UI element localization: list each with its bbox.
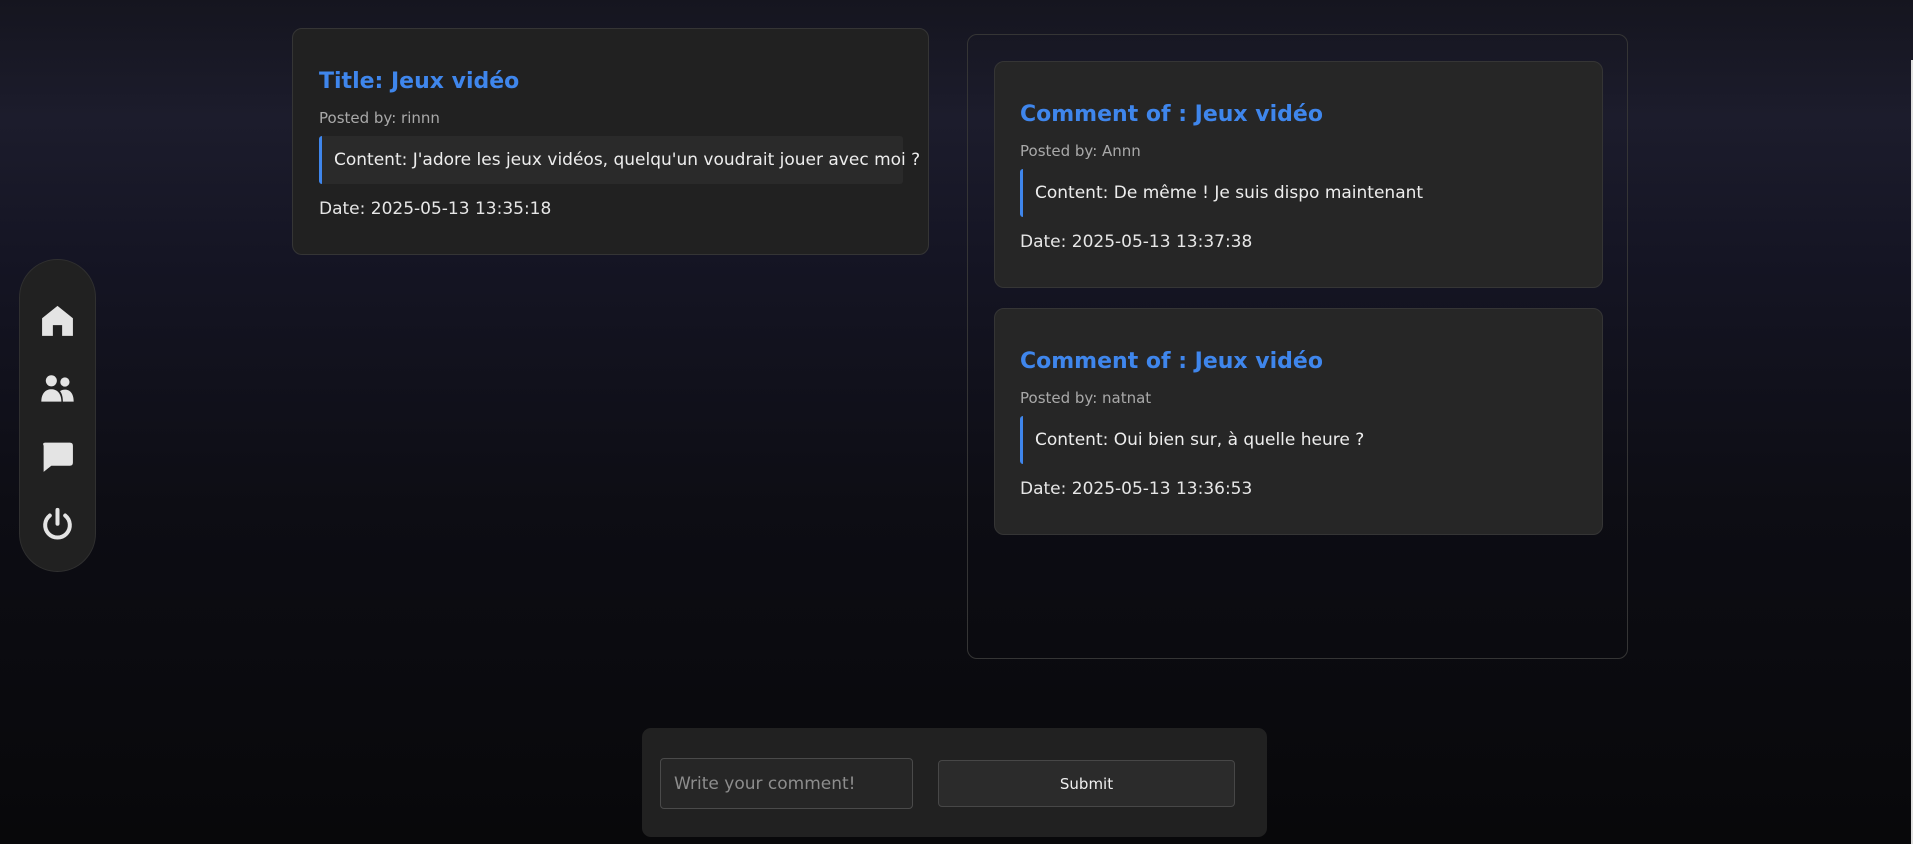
comment-date: Date: 2025-05-13 13:36:53: [1020, 479, 1253, 500]
comments-panel[interactable]: Comment of : Jeux vidéo Posted by: Annn …: [967, 34, 1628, 659]
power-icon: [43, 507, 72, 539]
comment-content: Content: Oui bien sur, à quelle heure ?: [1020, 416, 1577, 465]
sidebar-nav: [19, 259, 96, 572]
post-author: Posted by: rinnn: [319, 109, 440, 128]
post-title: Title: Jeux vidéo: [319, 69, 520, 94]
post-card: Title: Jeux vidéo Posted by: rinnn Conte…: [292, 28, 929, 255]
comment-date: Date: 2025-05-13 13:37:38: [1020, 232, 1253, 253]
comment-author: Posted by: natnat: [1020, 389, 1152, 408]
chat-button[interactable]: [36, 434, 80, 478]
users-button[interactable]: [36, 366, 80, 410]
users-icon: [41, 374, 74, 402]
comment-title: Comment of : Jeux vidéo: [1020, 349, 1323, 374]
comment-author: Posted by: Annn: [1020, 142, 1141, 161]
comment-card: Comment of : Jeux vidéo Posted by: Annn …: [994, 61, 1603, 288]
comment-form: Submit: [642, 728, 1267, 837]
comment-title: Comment of : Jeux vidéo: [1020, 102, 1323, 127]
post-content: Content: J'adore les jeux vidéos, quelqu…: [319, 136, 920, 185]
post-date: Date: 2025-05-13 13:35:18: [319, 199, 552, 220]
chat-icon: [43, 442, 73, 472]
home-icon: [42, 305, 73, 336]
home-button[interactable]: [36, 298, 80, 342]
comment-content: Content: De même ! Je suis dispo mainten…: [1020, 169, 1577, 218]
logout-button[interactable]: [36, 502, 80, 546]
submit-button[interactable]: Submit: [938, 760, 1235, 807]
comment-card: Comment of : Jeux vidéo Posted by: natna…: [994, 308, 1603, 535]
comment-input[interactable]: [660, 758, 913, 809]
